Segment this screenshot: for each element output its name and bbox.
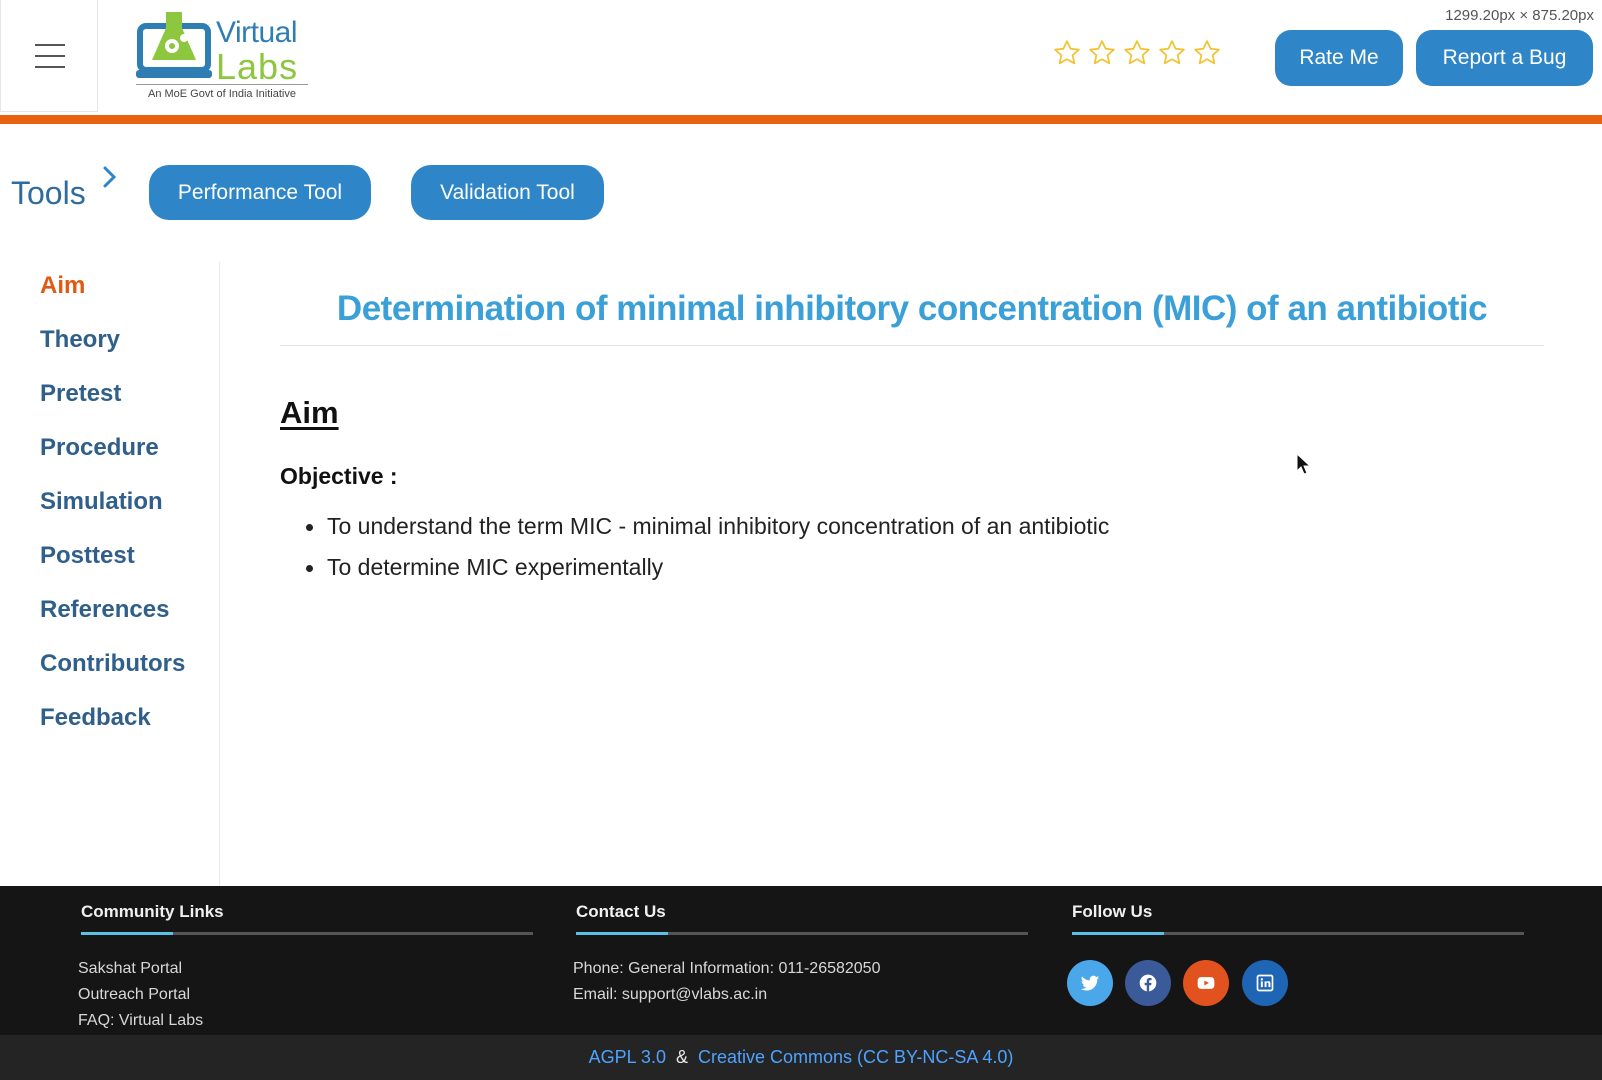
rating-stars[interactable] (1052, 38, 1222, 68)
site-header: Virtual Labs An MoE Govt of India Initia… (0, 0, 1602, 115)
sidebar-item-procedure[interactable]: Procedure (40, 434, 159, 462)
hamburger-icon (35, 44, 65, 68)
twitter-icon[interactable] (1067, 960, 1113, 1006)
sidebar-item-feedback[interactable]: Feedback (40, 704, 151, 732)
chevron-right-icon[interactable] (100, 164, 120, 190)
objective-list: To understand the term MIC - minimal inh… (280, 513, 1109, 595)
logo-tagline: An MoE Govt of India Initiative (148, 88, 296, 100)
agpl-license-link[interactable]: AGPL 3.0 (589, 1047, 666, 1068)
menu-toggle-button[interactable] (0, 0, 98, 112)
dimensions-readout: 1299.20px × 875.20px (1445, 7, 1594, 24)
linkedin-icon[interactable] (1242, 960, 1288, 1006)
mouse-cursor-icon (1296, 453, 1312, 475)
sidebar-item-posttest[interactable]: Posttest (40, 542, 135, 570)
footer-email[interactable]: Email: support@vlabs.ac.in (573, 986, 767, 1004)
star-icon[interactable] (1122, 38, 1152, 68)
footer-rule (1072, 932, 1524, 935)
logo-title-labs: Labs (216, 46, 299, 87)
logo-divider (136, 84, 308, 85)
footer-heading-follow: Follow Us (1072, 902, 1153, 921)
sidebar-item-theory[interactable]: Theory (40, 326, 120, 354)
footer-link-outreach[interactable]: Outreach Portal (78, 986, 190, 1004)
validation-tool-button[interactable]: Validation Tool (411, 165, 604, 220)
header-accent-bar (0, 115, 1602, 124)
title-divider (280, 345, 1544, 346)
logo-title-virtual: Virtual (216, 16, 298, 49)
star-icon[interactable] (1087, 38, 1117, 68)
star-icon[interactable] (1052, 38, 1082, 68)
star-icon[interactable] (1157, 38, 1187, 68)
license-separator: & (675, 1047, 688, 1067)
sidebar-item-pretest[interactable]: Pretest (40, 380, 121, 408)
creative-commons-link[interactable]: Creative Commons (CC BY-NC-SA 4.0) (698, 1047, 1013, 1068)
objective-label: Objective : (280, 463, 398, 489)
star-icon[interactable] (1192, 38, 1222, 68)
footer-heading-community: Community Links (81, 902, 224, 921)
sidebar-item-simulation[interactable]: Simulation (40, 488, 163, 516)
tools-label: Tools (11, 175, 86, 211)
youtube-icon[interactable] (1183, 960, 1229, 1006)
sidebar-item-contributors[interactable]: Contributors (40, 650, 185, 678)
facebook-icon[interactable] (1125, 960, 1171, 1006)
footer-heading-contact: Contact Us (576, 902, 666, 921)
experiment-sidebar: Aim Theory Pretest Procedure Simulation … (0, 262, 220, 887)
footer-phone: Phone: General Information: 011-26582050 (573, 960, 881, 977)
rate-me-button[interactable]: Rate Me (1275, 30, 1403, 86)
footer-link-sakshat[interactable]: Sakshat Portal (78, 960, 182, 978)
virtual-labs-logo[interactable]: Virtual Labs An MoE Govt of India Initia… (136, 8, 311, 104)
footer-rule (81, 932, 533, 935)
report-bug-button[interactable]: Report a Bug (1416, 30, 1593, 86)
section-heading: Aim (280, 395, 339, 430)
flask-monitor-icon (136, 12, 212, 78)
objective-item: To understand the term MIC - minimal inh… (280, 513, 1109, 554)
experiment-title: Determination of minimal inhibitory conc… (336, 289, 1488, 328)
site-footer: Community Links Sakshat Portal Outreach … (0, 886, 1602, 1035)
footer-rule (576, 932, 1028, 935)
sidebar-item-aim[interactable]: Aim (40, 272, 85, 300)
objective-item: To determine MIC experimentally (280, 554, 1109, 595)
license-bar: AGPL 3.0 & Creative Commons (CC BY-NC-SA… (0, 1035, 1602, 1080)
sidebar-item-references[interactable]: References (40, 596, 169, 624)
footer-link-faq[interactable]: FAQ: Virtual Labs (78, 1012, 203, 1030)
performance-tool-button[interactable]: Performance Tool (149, 165, 371, 220)
